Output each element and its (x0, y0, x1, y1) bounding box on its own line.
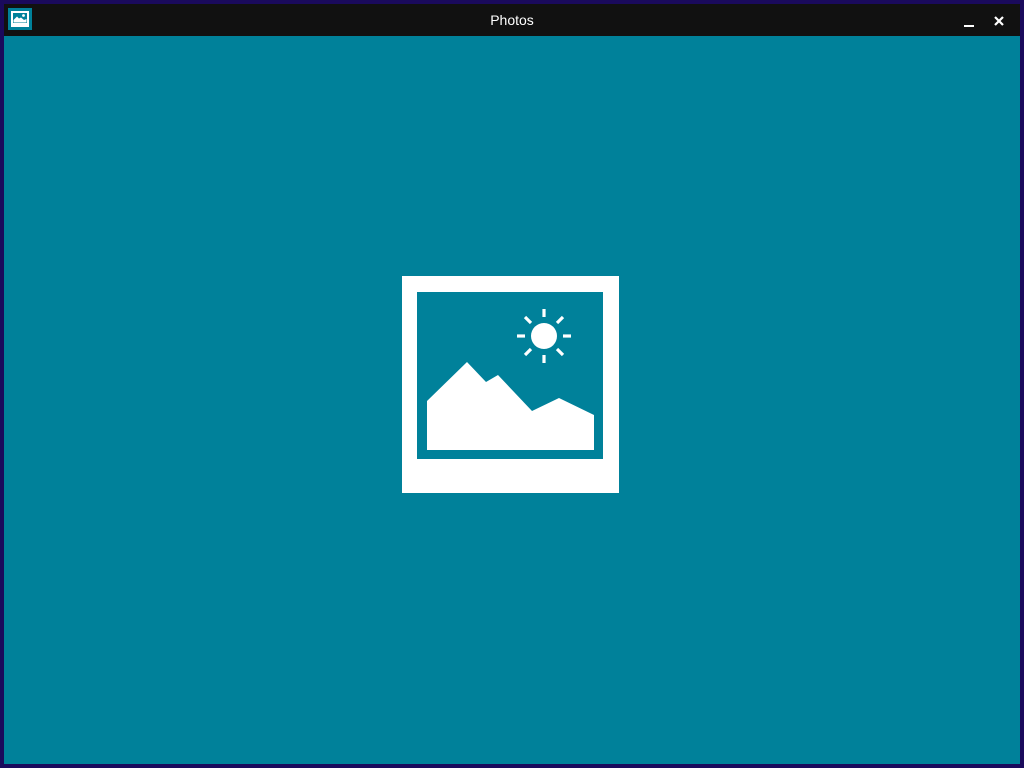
close-icon (994, 16, 1004, 26)
window-title: Photos (490, 12, 534, 28)
close-button[interactable] (988, 10, 1010, 32)
minimize-button[interactable] (958, 10, 980, 32)
minimize-icon (964, 25, 974, 27)
photos-window: Photos (4, 4, 1020, 764)
photo-placeholder-icon (402, 276, 619, 493)
title-bar[interactable]: Photos (4, 4, 1020, 36)
photos-app-icon[interactable] (8, 8, 32, 30)
